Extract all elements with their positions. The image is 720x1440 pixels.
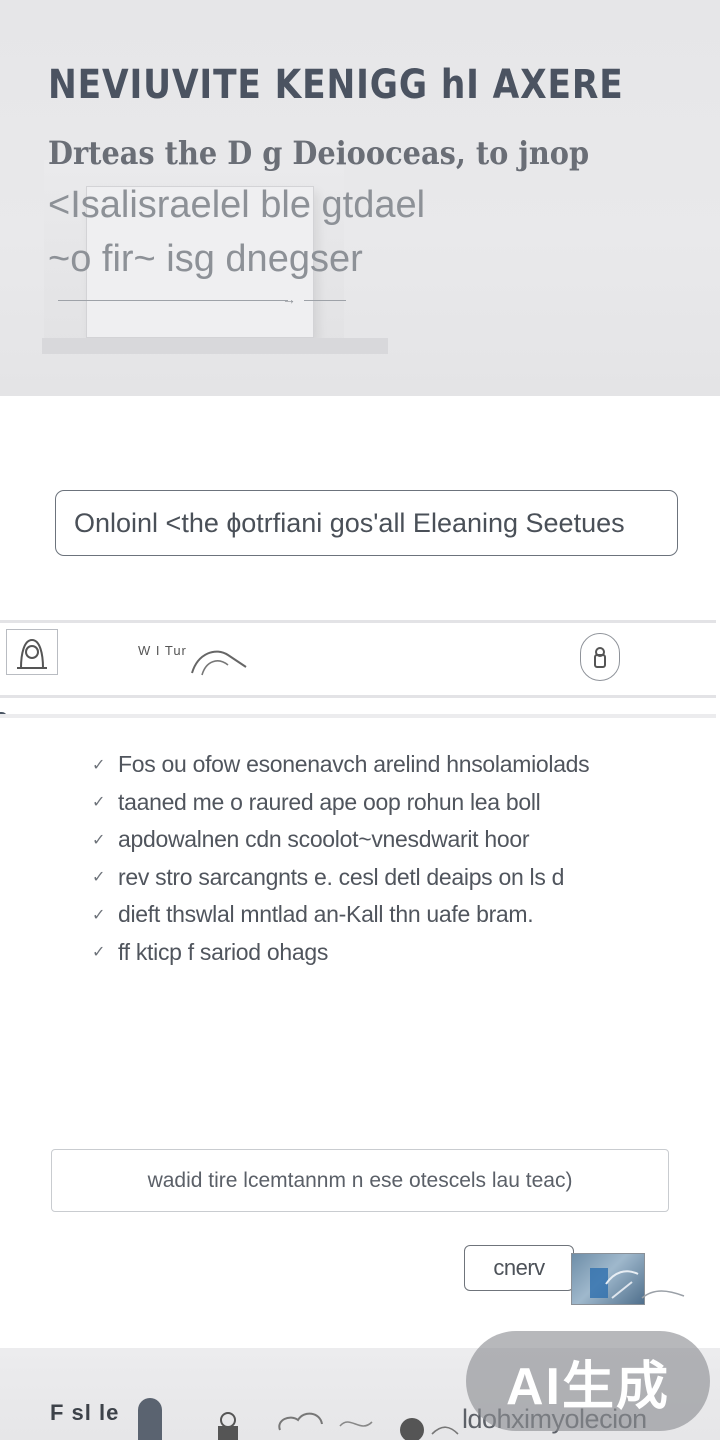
bottom-icons <box>218 1412 459 1440</box>
list-item: ✓ taaned me o raured ape oop rohun lea bo… <box>92 784 589 822</box>
bottom-toggle[interactable] <box>138 1398 162 1440</box>
check-icon: ✓ <box>92 906 106 924</box>
list-item: ✓ apdowalnen cdn scoolot~vnesdwarit hoor <box>92 821 589 859</box>
person-icon[interactable] <box>218 1412 238 1440</box>
wave-icon <box>191 650 247 676</box>
sparkle-decoration <box>641 1290 685 1299</box>
app-bar: W I Tur <box>0 620 716 698</box>
portrait-icon <box>17 638 47 669</box>
hero-divider <box>58 300 288 301</box>
list-item-text: Fos ou ofow esonenavch arelind hnsolamio… <box>118 751 590 778</box>
lock-button[interactable] <box>580 633 620 681</box>
checklist: ✓ Fos ou ofow esonenavch arelind hnsolami… <box>92 746 590 972</box>
list-item: ✓ Fos ou ofow esonenavch arelind hnsolami… <box>92 746 590 784</box>
check-icon: ✓ <box>92 831 106 849</box>
list-item-text: apdowalnen cdn scoolot~vnesdwarit hoor <box>118 826 530 853</box>
hero-text-line-2: ~o fir~ isg dnegser <box>48 238 363 280</box>
arrow-right-icon: → <box>282 291 296 307</box>
action-button-label: cnerv <box>493 1255 545 1280</box>
hero-subtitle: Drteas the D g Deiooceas, to jnop <box>48 134 590 172</box>
hero-text-line-1: <Isalisraelel ble gtdael <box>48 184 426 226</box>
hero-illustration-base <box>42 338 388 354</box>
cloud-icon <box>278 1412 323 1431</box>
list-item-text: rev stro sarcangnts e. cesl detl deaips … <box>118 863 565 890</box>
app-name: W I Tur <box>138 643 187 658</box>
check-icon: ✓ <box>92 756 106 774</box>
check-icon: ✓ <box>92 869 106 887</box>
bottom-bar-label: F sl le <box>50 1400 120 1425</box>
list-item-text: dieft thswlal mntlad an-Kall thn uafe br… <box>118 901 534 928</box>
lock-icon <box>594 647 606 668</box>
list-item-text: taaned me o raured ape oop rohun lea bol… <box>118 788 541 815</box>
avatar[interactable] <box>6 629 58 675</box>
check-icon: ✓ <box>92 794 106 812</box>
info-box[interactable]: wadid tire lcemtannm n ese otescels lau … <box>51 1149 669 1212</box>
squiggle-icon <box>339 1421 373 1427</box>
ai-generated-badge: AI生成 <box>466 1331 710 1431</box>
hero-banner: → NEVIUVITE KENIGG hI AXERE Drteas the D… <box>0 0 720 396</box>
search-bar[interactable] <box>55 490 678 556</box>
wave-small-icon <box>431 1426 459 1435</box>
info-box-text: wadid tire lcemtannm n ese otescels lau … <box>147 1168 573 1192</box>
check-icon: ✓ <box>92 944 106 962</box>
list-item: ✓ dieft thswlal mntlad an-Kall thn uafe b… <box>92 896 589 934</box>
action-button[interactable]: cnerv <box>464 1245 574 1291</box>
hero-divider-short <box>304 300 346 301</box>
thumbnail-graphic <box>590 1268 639 1299</box>
image-thumbnail[interactable] <box>571 1253 645 1305</box>
dot-icon <box>400 1418 424 1440</box>
search-input[interactable] <box>72 506 677 540</box>
badge-text: AI生成 <box>505 1357 670 1416</box>
list-item: ✓ rev stro sarcangnts e. cesl detl deaips… <box>92 859 589 897</box>
content-card: ✓ Fos ou ofow esonenavch arelind hnsolami… <box>0 714 716 1330</box>
hero-title: NEVIUVITE KENIGG hI AXERE <box>48 62 624 108</box>
list-item: ✓ ff kticp f sariod ohags <box>92 934 589 972</box>
list-item-text: ff kticp f sariod ohags <box>118 938 329 965</box>
